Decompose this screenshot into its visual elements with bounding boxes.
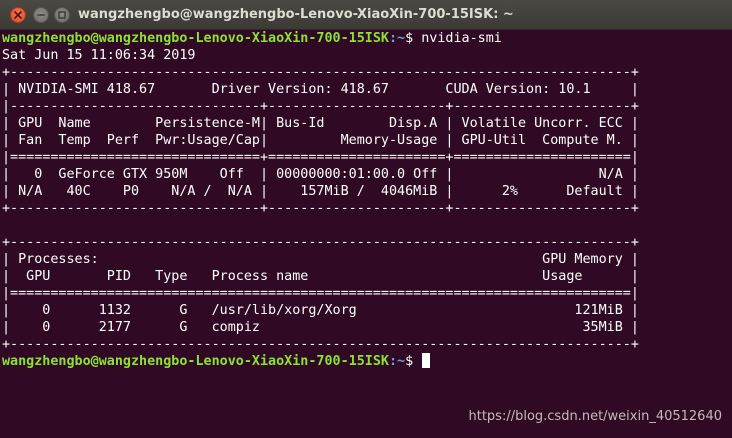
watermark: https://blog.csdn.net/weixin_40512640: [468, 409, 722, 424]
output-line: | 0 1132 G /usr/lib/xorg/Xorg 121MiB |: [2, 303, 639, 318]
date-line: Sat Jun 15 11:06:34 2019: [2, 48, 196, 63]
terminal-output[interactable]: wangzhengbo@wangzhengbo-Lenovo-XiaoXin-7…: [2, 30, 732, 438]
close-button[interactable]: [10, 7, 26, 23]
output-line: |=======================================…: [2, 286, 639, 301]
prompt-line: wangzhengbo@wangzhengbo-Lenovo-XiaoXin-7…: [2, 30, 732, 47]
window-title: wangzhengbo@wangzhengbo-Lenovo-XiaoXin-7…: [78, 7, 514, 22]
output-line: | N/A 40C P0 N/A / N/A | 157MiB / 4046Mi…: [2, 184, 639, 199]
prompt-line[interactable]: wangzhengbo@wangzhengbo-Lenovo-XiaoXin-7…: [2, 353, 732, 370]
output-line: | 0 GeForce GTX 950M Off | 00000000:01:0…: [2, 167, 639, 182]
output-line: | Fan Temp Perf Pwr:Usage/Cap| Memory-Us…: [2, 133, 639, 148]
maximize-button[interactable]: [54, 7, 70, 23]
output-line: +---------------------------------------…: [2, 235, 639, 250]
prompt-path: :~: [388, 354, 406, 369]
prompt-user-host: wangzhengbo@wangzhengbo-Lenovo-XiaoXin-7…: [2, 31, 389, 46]
close-icon: [14, 11, 22, 19]
minimize-icon: [37, 14, 45, 16]
output-line: +---------------------------------------…: [2, 65, 639, 80]
prompt-symbol: $: [405, 31, 422, 46]
output-line: | 0 2177 G compiz 35MiB |: [2, 320, 639, 335]
output-line: | NVIDIA-SMI 418.67 Driver Version: 418.…: [2, 82, 639, 97]
title-bar[interactable]: wangzhengbo@wangzhengbo-Lenovo-XiaoXin-7…: [0, 0, 732, 30]
output-line: | GPU PID Type Process name Usage |: [2, 269, 639, 284]
output-line: |===============================+=======…: [2, 150, 639, 165]
text-cursor: [422, 353, 431, 368]
command-text: nvidia-smi: [421, 31, 502, 46]
output-line: +---------------------------------------…: [2, 337, 639, 352]
output-line: | GPU Name Persistence-M| Bus-Id Disp.A …: [2, 116, 639, 131]
prompt-path: :~: [388, 31, 406, 46]
minimize-button[interactable]: [33, 7, 49, 23]
output-line: |-------------------------------+-------…: [2, 99, 639, 114]
output-line: +-------------------------------+-------…: [2, 201, 639, 216]
prompt-symbol: $: [405, 354, 422, 369]
prompt-user-host: wangzhengbo@wangzhengbo-Lenovo-XiaoXin-7…: [2, 354, 389, 369]
output-line: | Processes: GPU Memory |: [2, 252, 639, 267]
maximize-icon: [58, 11, 66, 19]
terminal-window: wangzhengbo@wangzhengbo-Lenovo-XiaoXin-7…: [0, 0, 732, 438]
